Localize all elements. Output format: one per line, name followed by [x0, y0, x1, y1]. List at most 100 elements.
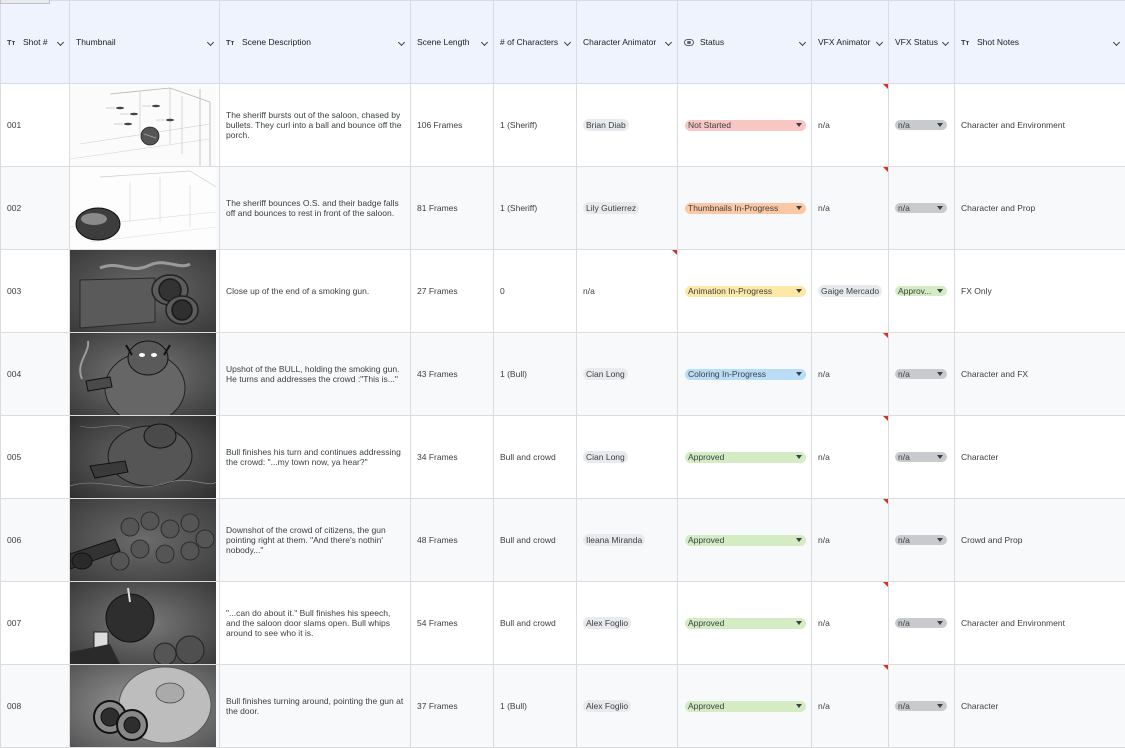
shot-notes-cell[interactable]: FX Only: [955, 250, 1125, 333]
column-header-thumbnail[interactable]: Thumbnail: [70, 1, 220, 84]
character-animator-cell[interactable]: n/a: [577, 250, 678, 333]
comment-flag-icon[interactable]: [883, 582, 888, 587]
comment-flag-icon[interactable]: [883, 333, 888, 338]
thumbnail-cell[interactable]: [70, 250, 220, 333]
comment-flag-icon[interactable]: [883, 84, 888, 89]
scene-length-cell[interactable]: 54 Frames: [411, 582, 494, 665]
character-animator-cell[interactable]: Cian Long: [577, 416, 678, 499]
shot-notes-cell[interactable]: Character and Environment: [955, 582, 1125, 665]
scene-length-cell[interactable]: 81 Frames: [411, 167, 494, 250]
comment-flag-icon[interactable]: [672, 250, 677, 255]
status-cell[interactable]: Approved: [678, 416, 812, 499]
status-cell[interactable]: Approved: [678, 499, 812, 582]
num-characters-cell[interactable]: 1 (Bull): [494, 333, 577, 416]
status-cell[interactable]: Not Started: [678, 84, 812, 167]
vfx-status-dropdown[interactable]: n/a: [895, 618, 947, 628]
vfx-animator-cell[interactable]: n/a: [812, 665, 889, 748]
vfx-status-cell[interactable]: n/a: [889, 665, 955, 748]
comment-flag-icon[interactable]: [883, 167, 888, 172]
vfx-status-cell[interactable]: n/a: [889, 167, 955, 250]
shot-number-cell[interactable]: 004: [1, 333, 70, 416]
status-dropdown[interactable]: Coloring In-Progress: [685, 369, 806, 380]
status-dropdown[interactable]: Approved: [685, 452, 806, 463]
scene-description-cell[interactable]: The sheriff bounces O.S. and their badge…: [220, 167, 411, 250]
vfx-status-cell[interactable]: n/a: [889, 499, 955, 582]
thumbnail-cell[interactable]: [70, 333, 220, 416]
num-characters-cell[interactable]: Bull and crowd: [494, 416, 577, 499]
chevron-down-icon[interactable]: [800, 37, 805, 47]
shot-number-cell[interactable]: 001: [1, 84, 70, 167]
scene-length-cell[interactable]: 27 Frames: [411, 250, 494, 333]
status-dropdown[interactable]: Approved: [685, 535, 806, 546]
num-characters-cell[interactable]: Bull and crowd: [494, 499, 577, 582]
vfx-animator-cell[interactable]: n/a: [812, 167, 889, 250]
thumbnail-cell[interactable]: [70, 665, 220, 748]
vfx-status-cell[interactable]: n/a: [889, 582, 955, 665]
shot-number-cell[interactable]: 003: [1, 250, 70, 333]
shot-notes-cell[interactable]: Crowd and Prop: [955, 499, 1125, 582]
shot-notes-cell[interactable]: Character and FX: [955, 333, 1125, 416]
vfx-status-dropdown[interactable]: n/a: [895, 535, 947, 545]
chevron-down-icon[interactable]: [399, 37, 404, 47]
thumbnail-cell[interactable]: [70, 416, 220, 499]
status-dropdown[interactable]: Animation In-Progress: [685, 286, 806, 297]
vfx-status-cell[interactable]: n/a: [889, 416, 955, 499]
vfx-status-dropdown[interactable]: n/a: [895, 120, 947, 130]
status-dropdown[interactable]: Approved: [685, 618, 806, 629]
scene-description-cell[interactable]: Close up of the end of a smoking gun.: [220, 250, 411, 333]
column-header-shot-notes[interactable]: TтShot Notes: [955, 1, 1125, 84]
scene-description-cell[interactable]: Downshot of the crowd of citizens, the g…: [220, 499, 411, 582]
corner-tab[interactable]: [0, 0, 50, 4]
vfx-status-dropdown[interactable]: n/a: [895, 369, 947, 379]
thumbnail-cell[interactable]: [70, 499, 220, 582]
status-cell[interactable]: Approved: [678, 665, 812, 748]
scene-description-cell[interactable]: Bull finishes turning around, pointing t…: [220, 665, 411, 748]
comment-flag-icon[interactable]: [883, 416, 888, 421]
shot-notes-cell[interactable]: Character and Environment: [955, 84, 1125, 167]
comment-flag-icon[interactable]: [883, 665, 888, 670]
status-cell[interactable]: Approved: [678, 582, 812, 665]
thumbnail-cell[interactable]: [70, 582, 220, 665]
comment-flag-icon[interactable]: [883, 499, 888, 504]
character-animator-cell[interactable]: Ileana Miranda: [577, 499, 678, 582]
character-animator-cell[interactable]: Alex Foglio: [577, 582, 678, 665]
chevron-down-icon[interactable]: [666, 37, 671, 47]
vfx-animator-cell[interactable]: n/a: [812, 416, 889, 499]
column-header-num-characters[interactable]: # of Characters: [494, 1, 577, 84]
shot-notes-cell[interactable]: Character and Prop: [955, 167, 1125, 250]
scene-length-cell[interactable]: 37 Frames: [411, 665, 494, 748]
scene-length-cell[interactable]: 106 Frames: [411, 84, 494, 167]
num-characters-cell[interactable]: Bull and crowd: [494, 582, 577, 665]
vfx-status-cell[interactable]: n/a: [889, 333, 955, 416]
shot-number-cell[interactable]: 007: [1, 582, 70, 665]
scene-description-cell[interactable]: Bull finishes his turn and continues add…: [220, 416, 411, 499]
character-animator-cell[interactable]: Lily Gutierrez: [577, 167, 678, 250]
vfx-animator-cell[interactable]: n/a: [812, 84, 889, 167]
chevron-down-icon[interactable]: [58, 37, 63, 47]
vfx-animator-cell[interactable]: Gaige Mercado: [812, 250, 889, 333]
column-header-vfx-animator[interactable]: VFX Animator: [812, 1, 889, 84]
vfx-animator-cell[interactable]: n/a: [812, 582, 889, 665]
num-characters-cell[interactable]: 1 (Bull): [494, 665, 577, 748]
vfx-status-cell[interactable]: Approv...: [889, 250, 955, 333]
column-header-status[interactable]: Status: [678, 1, 812, 84]
shot-notes-cell[interactable]: Character: [955, 665, 1125, 748]
status-dropdown[interactable]: Approved: [685, 701, 806, 712]
shot-notes-cell[interactable]: Character: [955, 416, 1125, 499]
scene-length-cell[interactable]: 34 Frames: [411, 416, 494, 499]
vfx-status-dropdown[interactable]: n/a: [895, 452, 947, 462]
thumbnail-cell[interactable]: [70, 84, 220, 167]
thumbnail-cell[interactable]: [70, 167, 220, 250]
shot-number-cell[interactable]: 005: [1, 416, 70, 499]
scene-description-cell[interactable]: The sheriff bursts out of the saloon, ch…: [220, 84, 411, 167]
column-header-vfx-status[interactable]: VFX Status: [889, 1, 955, 84]
chevron-down-icon[interactable]: [943, 37, 948, 47]
chevron-down-icon[interactable]: [565, 37, 570, 47]
status-dropdown[interactable]: Not Started: [685, 120, 806, 131]
character-animator-cell[interactable]: Alex Foglio: [577, 665, 678, 748]
character-animator-cell[interactable]: Brian Diab: [577, 84, 678, 167]
scene-description-cell[interactable]: "...can do about it." Bull finishes his …: [220, 582, 411, 665]
chevron-down-icon[interactable]: [877, 37, 882, 47]
character-animator-cell[interactable]: Cian Long: [577, 333, 678, 416]
vfx-status-dropdown[interactable]: Approv...: [895, 286, 947, 296]
